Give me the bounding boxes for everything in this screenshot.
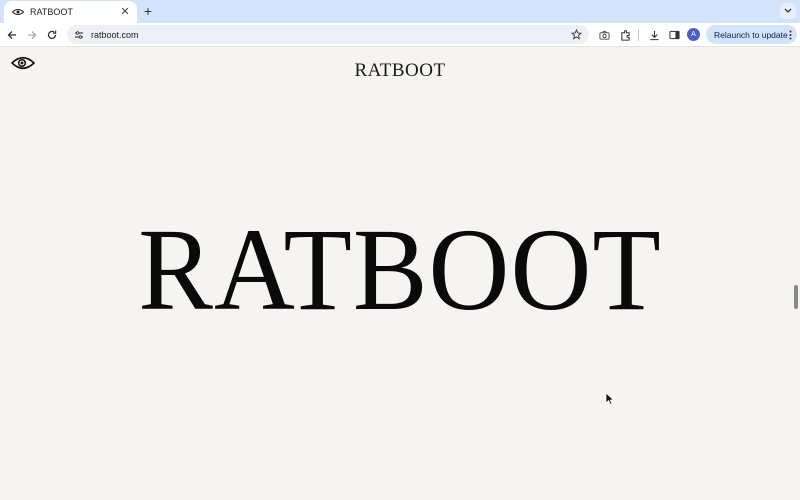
address-bar[interactable]: ratboot.com <box>67 25 589 44</box>
side-panel-icon[interactable] <box>666 27 682 43</box>
hero-brand-title: RATBOOT <box>138 204 662 336</box>
more-menu-icon[interactable] <box>788 28 793 42</box>
close-icon[interactable]: ✕ <box>119 6 131 18</box>
tab-strip: RATBOOT ✕ + <box>0 0 800 23</box>
eye-icon <box>12 6 24 18</box>
bookmark-star-icon[interactable] <box>569 28 583 42</box>
toolbar-separator <box>638 29 639 41</box>
profile-avatar[interactable]: A <box>687 28 700 41</box>
chevron-down-icon[interactable] <box>780 3 796 19</box>
page-content: RATBOOT RATBOOT <box>0 48 800 500</box>
scrollbar-thumb[interactable] <box>794 285 798 309</box>
extensions-puzzle-icon[interactable] <box>617 27 633 43</box>
url-text: ratboot.com <box>91 29 139 40</box>
forward-arrow-icon[interactable] <box>24 27 40 43</box>
back-arrow-icon[interactable] <box>4 27 20 43</box>
relaunch-to-update-button[interactable]: Relaunch to update <box>706 25 797 44</box>
site-settings-icon[interactable] <box>72 28 86 42</box>
tab-ratboot[interactable]: RATBOOT ✕ <box>4 1 137 23</box>
reload-icon[interactable] <box>44 27 60 43</box>
browser-toolbar: ratboot.com A Relaunch to update <box>0 23 800 47</box>
download-icon[interactable] <box>646 27 662 43</box>
tab-title: RATBOOT <box>30 7 73 17</box>
relaunch-label: Relaunch to update <box>714 29 788 40</box>
plus-icon[interactable]: + <box>140 3 156 19</box>
camera-icon[interactable] <box>596 27 612 43</box>
header-brand-link[interactable]: RATBOOT <box>0 60 800 82</box>
mouse-cursor-icon <box>605 392 615 406</box>
